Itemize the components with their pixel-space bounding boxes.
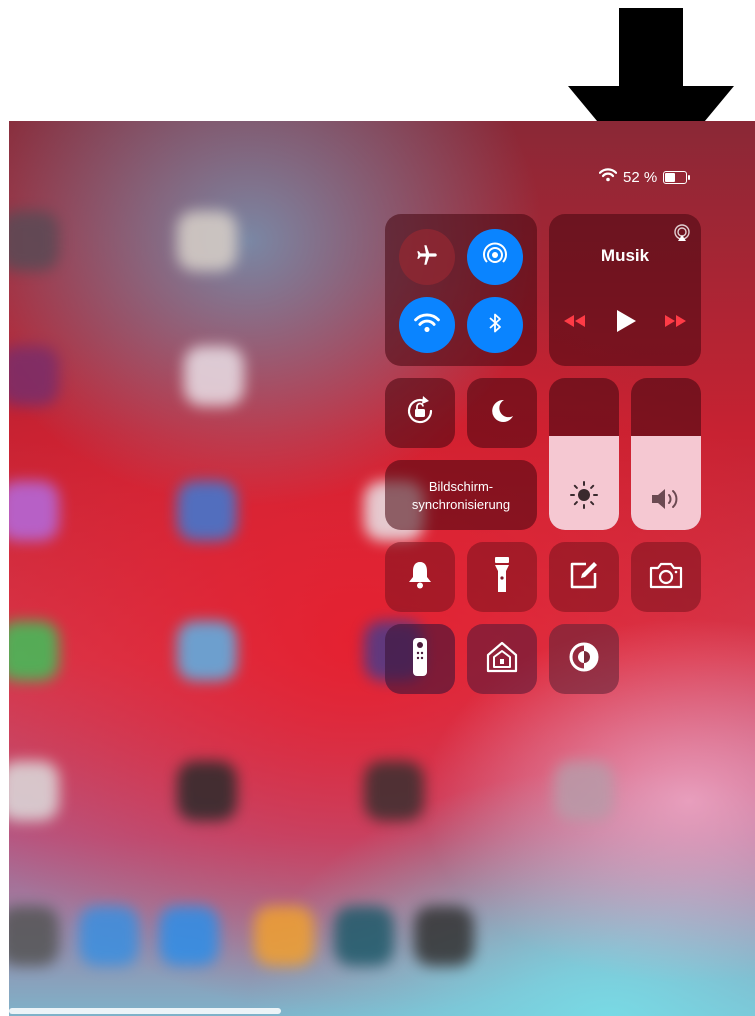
blurred-dock-icon	[9, 906, 59, 966]
camera-button[interactable]	[631, 542, 701, 612]
volume-slider[interactable]	[631, 378, 701, 530]
blurred-app-icon	[177, 761, 237, 821]
notes-button[interactable]	[549, 542, 619, 612]
blurred-app-icon	[177, 621, 237, 681]
home-button[interactable]	[467, 624, 537, 694]
do-not-disturb-icon	[488, 397, 516, 430]
music-tile[interactable]: Musik	[549, 214, 701, 366]
screen-mirroring-label: Bildschirm- synchronisierung	[411, 479, 511, 512]
fast-forward-icon[interactable]	[663, 314, 689, 333]
blurred-app-icon	[9, 346, 59, 406]
battery-percentage: 52 %	[623, 168, 658, 186]
wifi-button[interactable]	[399, 297, 455, 353]
flashlight-button[interactable]	[467, 542, 537, 612]
accessibility-icon	[568, 641, 600, 678]
blurred-app-icon	[184, 346, 244, 406]
ipad-screen: 52 % Musik Bildschirm- synchronisierung	[9, 121, 755, 1016]
blurred-dock-icon	[254, 906, 314, 966]
volume-icon	[649, 487, 683, 516]
camera-icon	[648, 561, 684, 594]
blurred-app-icon	[9, 761, 59, 821]
play-icon[interactable]	[615, 309, 637, 338]
orientation-lock-icon	[403, 394, 437, 433]
accessibility-button[interactable]	[549, 624, 619, 694]
music-title: Musik	[600, 246, 650, 265]
home-icon	[484, 640, 520, 679]
battery-icon	[663, 170, 691, 184]
bluetooth-button[interactable]	[467, 297, 523, 353]
blurred-dock-icon	[334, 906, 394, 966]
apple-tv-remote-icon	[412, 637, 428, 682]
mute-button[interactable]	[385, 542, 455, 612]
connectivity-tile	[385, 214, 537, 366]
wifi-icon	[598, 168, 618, 186]
rewind-icon[interactable]	[561, 314, 587, 333]
apple-tv-remote-button[interactable]	[385, 624, 455, 694]
blurred-dock-icon	[79, 906, 139, 966]
blurred-dock-icon	[159, 906, 219, 966]
notes-icon	[568, 559, 600, 596]
airdrop-icon	[481, 241, 509, 274]
blurred-app-icon	[177, 211, 237, 271]
flashlight-icon	[494, 556, 510, 599]
dock	[9, 896, 529, 986]
status-bar: 52 %	[598, 167, 691, 187]
screen-mirroring-button[interactable]: Bildschirm- synchronisierung	[385, 460, 537, 530]
airplay-icon[interactable]	[673, 224, 691, 247]
blurred-app-icon	[9, 481, 59, 541]
airplane-icon	[414, 242, 440, 273]
home-indicator[interactable]	[9, 1008, 281, 1014]
bell-icon	[407, 560, 433, 595]
blurred-app-icon	[9, 211, 59, 271]
blurred-app-icon	[364, 761, 424, 821]
blurred-app-icon	[177, 481, 237, 541]
bluetooth-icon	[487, 311, 503, 340]
do-not-disturb-button[interactable]	[467, 378, 537, 448]
blurred-app-icon	[554, 761, 614, 821]
blurred-app-icon	[9, 621, 59, 681]
wifi-icon	[414, 313, 440, 338]
airplane-mode-button[interactable]	[399, 229, 455, 285]
brightness-icon	[568, 479, 600, 516]
orientation-lock-button[interactable]	[385, 378, 455, 448]
brightness-slider[interactable]	[549, 378, 619, 530]
airdrop-button[interactable]	[467, 229, 523, 285]
blurred-dock-icon	[414, 906, 474, 966]
